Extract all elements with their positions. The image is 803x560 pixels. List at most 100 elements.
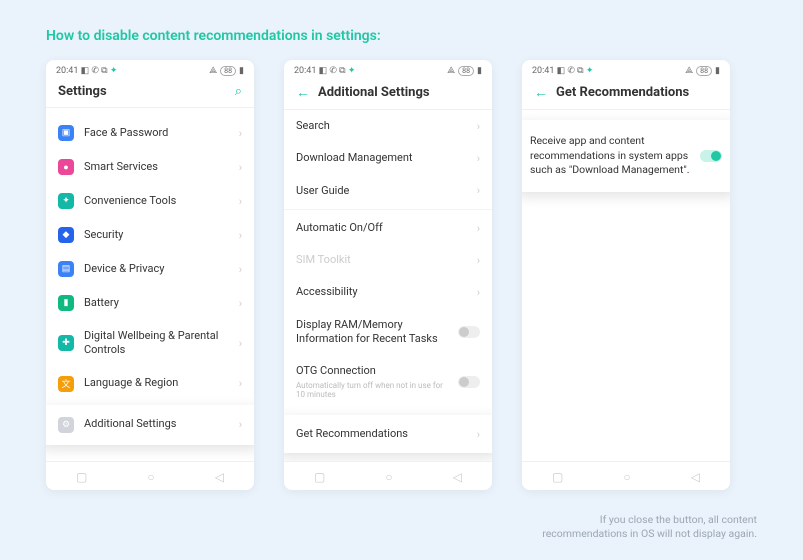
list-item[interactable]: ◆Security› (46, 218, 254, 252)
nav-back-icon[interactable]: ◁ (215, 470, 224, 484)
chevron-right-icon: › (477, 120, 480, 133)
battery-icon: ▮ (715, 66, 720, 76)
nav-recent-icon[interactable]: ▢ (76, 470, 87, 484)
header-title: Settings (58, 84, 227, 99)
list-item[interactable]: Search› (284, 110, 492, 142)
recommendations-text: Receive app and content recommendations … (530, 134, 690, 178)
list-item[interactable]: ▣Face & Password› (46, 116, 254, 150)
search-icon[interactable]: ⌕ (235, 84, 242, 99)
chevron-right-icon: › (239, 418, 242, 431)
recommendations-toggle-card[interactable]: Receive app and content recommendations … (522, 120, 730, 192)
toggle-off[interactable] (458, 326, 480, 338)
phone-additional-settings: 20:41 ◧ ✆ ⧉ ✦ ⟁88▮ ← Additional Settings… (284, 60, 492, 490)
battery-row-icon: ▮ (58, 295, 74, 311)
phone-get-recommendations: 20:41 ◧ ✆ ⧉ ✦ ⟁88▮ ← Get Recommendations… (522, 60, 730, 490)
nav-recent-icon[interactable]: ▢ (552, 470, 563, 484)
chevron-right-icon: › (477, 254, 480, 267)
chevron-right-icon: › (239, 337, 242, 350)
nav-recent-icon[interactable]: ▢ (314, 470, 325, 484)
signal-icon: ⟁ (685, 66, 693, 76)
status-icons: ◧ ✆ ⧉ (81, 66, 108, 76)
nav-home-icon[interactable]: ○ (623, 470, 630, 484)
status-icons: ◧ ✆ ⧉ (319, 66, 346, 76)
list-item[interactable]: User Guide› (284, 175, 492, 207)
back-icon[interactable]: ← (296, 84, 310, 101)
signal-icon: ⟁ (447, 66, 455, 76)
list-item[interactable]: 文Language & Region› (46, 367, 254, 401)
additional-settings-icon: ⚙ (58, 417, 74, 433)
chevron-right-icon: › (239, 263, 242, 276)
list-item[interactable]: ▮Battery› (46, 286, 254, 320)
status-accent-icon: ✦ (586, 66, 594, 76)
list-item[interactable]: Display RAM/Memory Information for Recen… (284, 309, 492, 356)
recommendations-body: Receive app and content recommendations … (522, 110, 730, 461)
additional-settings-row[interactable]: ⚙ Additional Settings › 1 (46, 405, 254, 445)
chevron-right-icon: › (239, 297, 242, 310)
status-accent-icon: ✦ (348, 66, 356, 76)
status-accent-icon: ✦ (110, 66, 118, 76)
list-item[interactable]: OTG ConnectionAutomatically turn off whe… (284, 355, 492, 408)
nav-back-icon[interactable]: ◁ (691, 470, 700, 484)
list-item[interactable]: Automatic On/Off› (284, 212, 492, 244)
privacy-icon: ▤ (58, 261, 74, 277)
chevron-right-icon: › (239, 161, 242, 174)
toggle-on[interactable] (700, 150, 722, 162)
list-item[interactable]: Download Management› (284, 142, 492, 174)
nav-bar: ▢ ○ ◁ (46, 461, 254, 490)
chevron-right-icon: › (477, 222, 480, 235)
header: Settings ⌕ (46, 78, 254, 108)
status-bar: 20:41 ◧ ✆ ⧉ ✦ ⟁88▮ (522, 60, 730, 78)
list-item[interactable]: Backup and Reset› (284, 459, 492, 461)
smart-icon: ● (58, 159, 74, 175)
battery-indicator: 88 (220, 66, 236, 76)
status-icons: ◧ ✆ ⧉ (557, 66, 584, 76)
nav-back-icon[interactable]: ◁ (453, 470, 462, 484)
chevron-right-icon: › (239, 377, 242, 390)
signal-icon: ⟁ (209, 66, 217, 76)
back-icon[interactable]: ← (534, 84, 548, 101)
list-item[interactable]: ●Smart Services› (46, 150, 254, 184)
tools-icon: ✦ (58, 193, 74, 209)
chevron-right-icon: › (239, 195, 242, 208)
chevron-right-icon: › (477, 184, 480, 197)
chevron-right-icon: › (477, 286, 480, 299)
row-subtext: Automatically turn off when not in use f… (296, 381, 448, 400)
status-bar: 20:41 ◧ ✆ ⧉ ✦ ⟁88▮ (46, 60, 254, 78)
battery-indicator: 88 (696, 66, 712, 76)
list-item[interactable]: ↻Software Update› (46, 453, 254, 461)
security-icon: ◆ (58, 227, 74, 243)
battery-icon: ▮ (239, 66, 244, 76)
status-time: 20:41 (56, 66, 78, 76)
header-title: Get Recommendations (556, 85, 718, 100)
chevron-right-icon: › (477, 152, 480, 165)
nav-home-icon[interactable]: ○ (147, 470, 154, 484)
page-title: How to disable content recommendations i… (0, 0, 803, 60)
toggle-off[interactable] (458, 376, 480, 388)
header-title: Additional Settings (318, 85, 480, 100)
status-time: 20:41 (532, 66, 554, 76)
list-item[interactable]: ✦Convenience Tools› (46, 184, 254, 218)
phone-settings: 20:41 ◧ ✆ ⧉ ✦ ⟁88▮ Settings ⌕ ▣Face & Pa… (46, 60, 254, 490)
wellbeing-icon: ✚ (58, 335, 74, 351)
language-icon: 文 (58, 376, 74, 392)
status-bar: 20:41 ◧ ✆ ⧉ ✦ ⟁88▮ (284, 60, 492, 78)
footer-note: If you close the button, all content rec… (537, 513, 757, 542)
list-item: SIM Toolkit› (284, 244, 492, 276)
chevron-right-icon: › (239, 127, 242, 140)
status-time: 20:41 (294, 66, 316, 76)
list-item[interactable]: ✚Digital Wellbeing & Parental Controls› (46, 320, 254, 367)
settings-list: ▣Face & Password› ●Smart Services› ✦Conv… (46, 108, 254, 461)
list-item[interactable]: ▤Device & Privacy› (46, 252, 254, 286)
nav-bar: ▢ ○ ◁ (284, 461, 492, 490)
nav-home-icon[interactable]: ○ (385, 470, 392, 484)
battery-indicator: 88 (458, 66, 474, 76)
additional-list: Search› Download Management› User Guide›… (284, 110, 492, 461)
battery-icon: ▮ (477, 66, 482, 76)
chevron-right-icon: › (477, 428, 480, 441)
chevron-right-icon: › (239, 229, 242, 242)
get-recommendations-row[interactable]: Get Recommendations › 2 (284, 415, 492, 453)
header: ← Additional Settings (284, 78, 492, 110)
header: ← Get Recommendations (522, 78, 730, 110)
list-item[interactable]: Accessibility› (284, 276, 492, 308)
face-icon: ▣ (58, 125, 74, 141)
